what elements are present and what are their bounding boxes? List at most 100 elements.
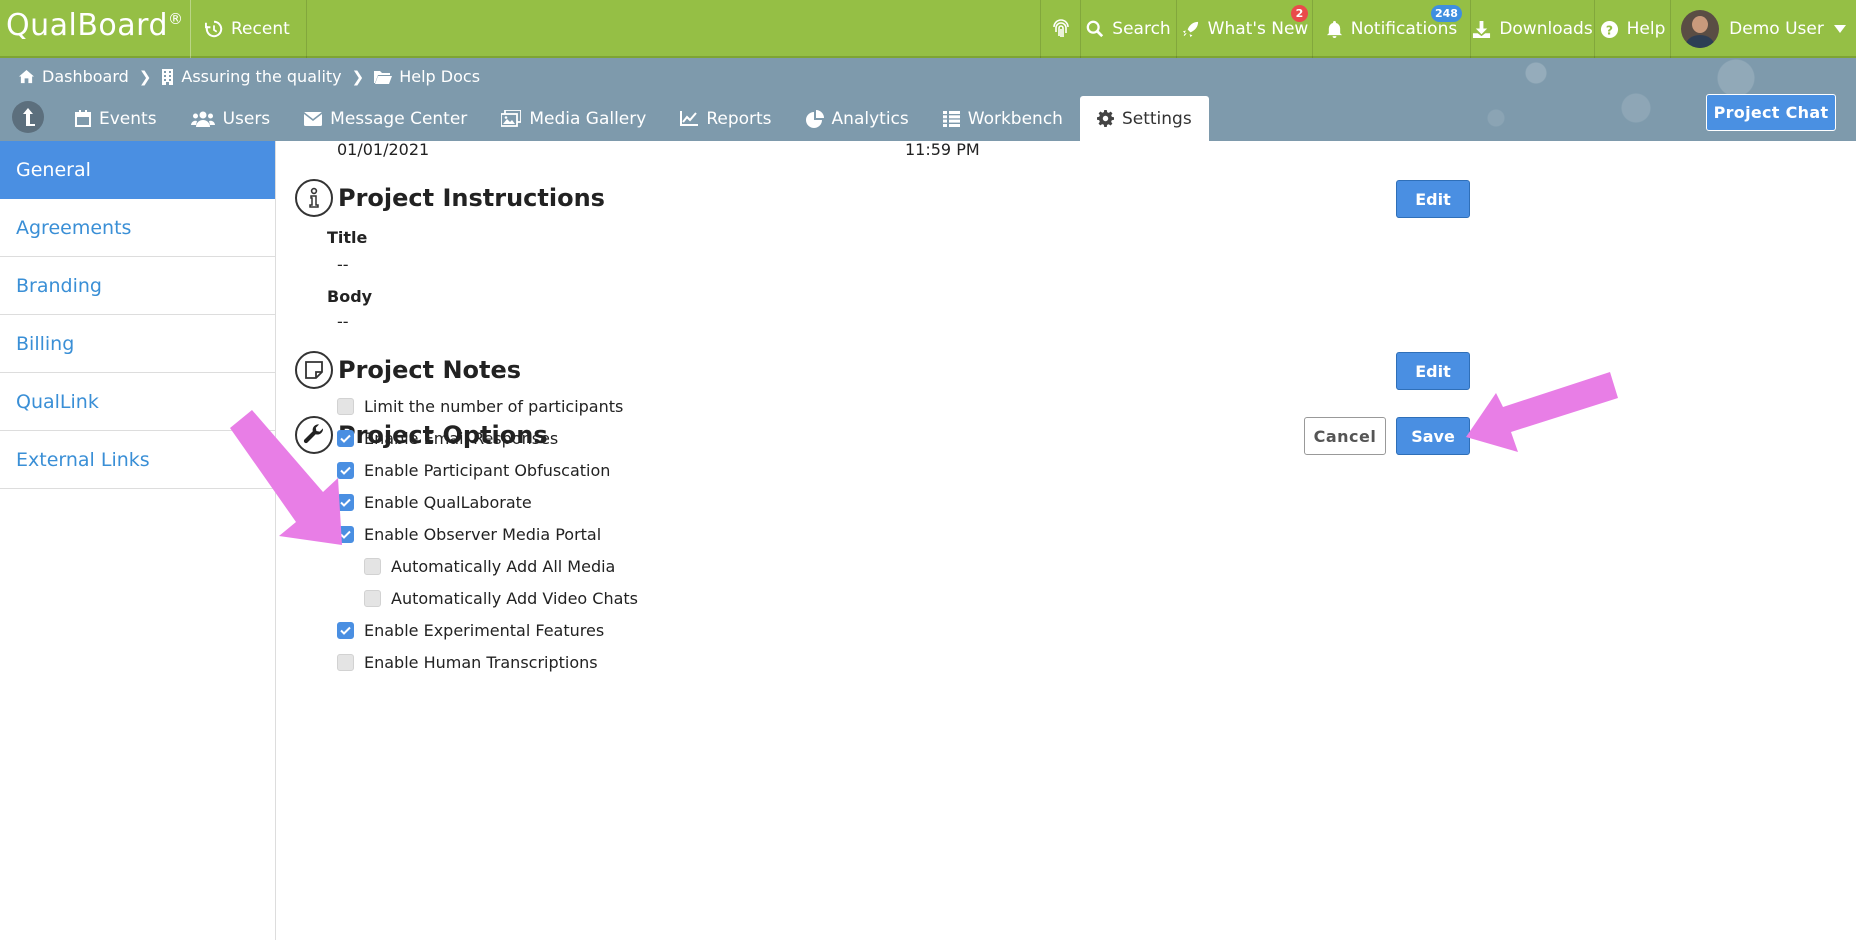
tab-label: Workbench [967, 108, 1063, 129]
instructions-body-label: Body [327, 287, 373, 306]
option-checkbox[interactable] [337, 494, 354, 511]
users-icon [190, 111, 215, 127]
option-checkbox[interactable] [337, 622, 354, 639]
option-checkbox[interactable] [337, 526, 354, 543]
whats-new-badge: 2 [1291, 5, 1308, 22]
level-up-icon [23, 108, 35, 126]
history-icon [205, 20, 223, 38]
instructions-body-value: -- [337, 312, 349, 331]
option-row[interactable]: Enable Experimental Features [337, 621, 604, 640]
tab-label: Users [222, 108, 271, 129]
search-button[interactable]: Search [1080, 0, 1176, 58]
option-row[interactable]: Enable Observer Media Portal [337, 525, 601, 544]
option-checkbox[interactable] [337, 462, 354, 479]
breadcrumb-folder[interactable]: Help Docs [374, 67, 480, 86]
tab-message-center[interactable]: Message Center [287, 96, 484, 141]
option-row[interactable]: Limit the number of participants [337, 397, 623, 416]
project-chat-button[interactable]: Project Chat [1706, 94, 1836, 131]
tab-workbench[interactable]: Workbench [926, 96, 1080, 141]
whats-new-label: What's New [1207, 19, 1309, 39]
notifications-button[interactable]: Notifications 248 [1312, 0, 1470, 58]
logo[interactable]: QualBoard® [6, 8, 184, 43]
tab-events[interactable]: Events [58, 96, 174, 141]
tab-reports[interactable]: Reports [663, 96, 788, 141]
option-label: Enable Experimental Features [364, 621, 605, 640]
option-checkbox[interactable] [364, 590, 381, 607]
option-checkbox[interactable] [337, 398, 354, 415]
user-name: Demo User [1729, 19, 1824, 39]
info-icon [295, 179, 333, 217]
gear-icon [1096, 110, 1114, 127]
edit-notes-button[interactable]: Edit [1396, 352, 1470, 390]
pie-chart-icon [805, 109, 824, 128]
option-row[interactable]: Enable Participant Obfuscation [337, 461, 610, 480]
tab-analytics[interactable]: Analytics [789, 96, 926, 141]
help-icon: ? [1600, 20, 1618, 38]
sidebar-item-quallink[interactable]: QualLink [0, 373, 275, 431]
sidebar-item-agreements[interactable]: Agreements [0, 199, 275, 257]
rocket-icon [1182, 21, 1198, 37]
option-row[interactable]: Enable Email Responses [337, 429, 558, 448]
up-level-button[interactable] [12, 101, 44, 133]
breadcrumb: Dashboard ❯ Assuring the quality ❯ Help … [18, 67, 480, 86]
option-checkbox[interactable] [337, 654, 354, 671]
tab-users[interactable]: Users [174, 96, 288, 141]
breadcrumb-project[interactable]: Assuring the quality [161, 67, 342, 86]
images-icon [501, 110, 522, 127]
building-icon [162, 68, 174, 85]
option-row[interactable]: Automatically Add Video Chats [364, 589, 638, 608]
logo-text: QualBoard [6, 8, 169, 43]
breadcrumb-label: Dashboard [42, 67, 129, 86]
sidebar-item-branding[interactable]: Branding [0, 257, 275, 315]
save-button[interactable]: Save [1396, 417, 1470, 455]
option-checkbox[interactable] [364, 558, 381, 575]
help-button[interactable]: ? Help [1594, 0, 1670, 58]
tab-label: Message Center [330, 108, 468, 129]
check-icon [340, 434, 351, 443]
sidebar-item-general[interactable]: General [0, 141, 275, 199]
downloads-button[interactable]: Downloads [1470, 0, 1594, 58]
edit-instructions-button[interactable]: Edit [1396, 180, 1470, 218]
fingerprint-button[interactable] [1040, 0, 1080, 58]
option-row[interactable]: Automatically Add All Media [364, 557, 615, 576]
option-checkbox[interactable] [337, 430, 354, 447]
option-label: Limit the number of participants [364, 397, 624, 416]
chevron-right-icon: ❯ [138, 67, 152, 86]
wrench-icon [295, 416, 333, 454]
instructions-title-label: Title [327, 228, 368, 247]
tab-media-gallery[interactable]: Media Gallery [484, 96, 663, 141]
option-row[interactable]: Enable Human Transcriptions [337, 653, 598, 672]
section-title: Project Instructions [338, 184, 605, 212]
recent-label: Recent [231, 19, 290, 39]
check-icon [340, 626, 351, 635]
option-label: Enable QualLaborate [364, 493, 532, 512]
tab-label: Media Gallery [529, 108, 647, 129]
section-title: Project Notes [338, 356, 522, 384]
search-icon [1086, 20, 1104, 38]
sidebar-item-external-links[interactable]: External Links [0, 431, 275, 489]
whats-new-button[interactable]: What's New 2 [1176, 0, 1312, 58]
notifications-badge: 248 [1431, 5, 1462, 22]
breadcrumb-dashboard[interactable]: Dashboard [18, 67, 129, 86]
chart-line-icon [680, 111, 699, 126]
project-end-date: 01/01/2021 [337, 140, 430, 159]
user-menu[interactable]: Demo User [1670, 0, 1856, 58]
folder-icon [374, 70, 393, 84]
tab-label: Settings [1121, 108, 1192, 129]
list-icon [942, 110, 960, 127]
option-row[interactable]: Enable QualLaborate [337, 493, 532, 512]
check-icon [340, 466, 351, 475]
tab-settings[interactable]: Settings [1079, 96, 1209, 141]
option-label: Enable Email Responses [364, 429, 559, 448]
check-icon [340, 498, 351, 507]
option-label: Automatically Add Video Chats [391, 589, 639, 608]
cancel-button[interactable]: Cancel [1304, 417, 1386, 455]
option-label: Automatically Add All Media [391, 557, 616, 576]
sidebar-item-billing[interactable]: Billing [0, 315, 275, 373]
caret-down-icon [1833, 25, 1846, 33]
project-instructions-header: Project Instructions [295, 179, 605, 217]
note-icon [295, 351, 333, 389]
recent-button[interactable]: Recent [190, 0, 307, 58]
bell-icon [1326, 20, 1342, 38]
logo-registered-mark: ® [168, 10, 184, 28]
